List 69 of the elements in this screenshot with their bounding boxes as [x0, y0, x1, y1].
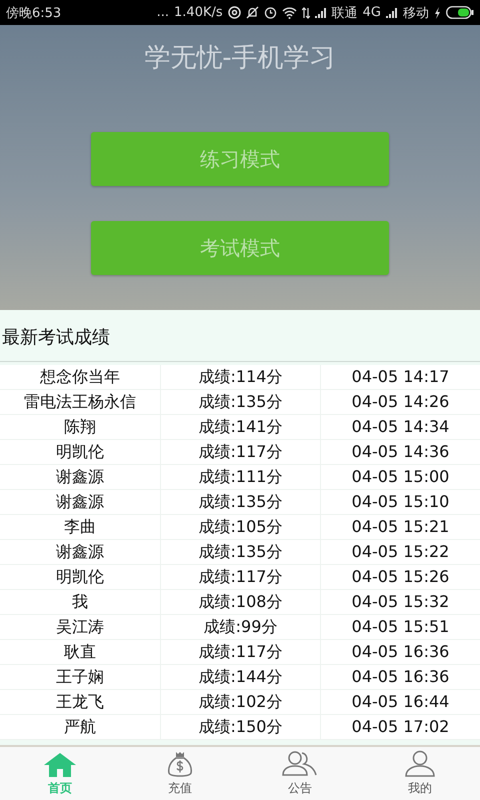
- alarm-icon: [264, 6, 277, 19]
- score-cell: 成绩:108分: [160, 590, 320, 614]
- name-cell-text: 李曲: [63, 516, 97, 538]
- score-cell: 成绩:144分: [160, 665, 320, 689]
- name-cell-text: 王子娴: [55, 666, 105, 688]
- time-cell: 04-05 16:36: [320, 665, 480, 689]
- data-arrows-icon: [302, 6, 310, 18]
- section-title: 最新考试成绩: [0, 310, 480, 362]
- time-cell: 04-05 15:00: [320, 465, 480, 489]
- clock: 傍晚6:53: [6, 4, 62, 22]
- time-cell: 04-05 15:10: [320, 490, 480, 514]
- name-cell-text: 谢鑫源: [55, 541, 105, 563]
- name-cell-text: 陈翔: [63, 416, 97, 438]
- time-cell: 04-05 15:22: [320, 540, 480, 564]
- name-cell-text: 吴江涛: [55, 616, 105, 638]
- score-cell: 成绩:99分: [160, 615, 320, 639]
- time-cell: 04-05 16:36: [320, 640, 480, 664]
- charging-icon: [434, 6, 441, 18]
- name-cell-text: 明凯伦: [55, 566, 105, 588]
- time-cell: 04-05 14:34: [320, 415, 480, 439]
- battery-icon: [446, 6, 474, 19]
- bell-mute-icon: [246, 6, 259, 19]
- name-cell-text: 想念你当年: [39, 366, 121, 388]
- score-cell: 成绩:117分: [160, 640, 320, 664]
- score-cell: 成绩:111分: [160, 465, 320, 489]
- carrier-name: 移动: [403, 4, 429, 22]
- name-cell-text: 我: [71, 591, 89, 613]
- network-speed: 1.40K/s: [174, 5, 223, 20]
- score-cell: 成绩:141分: [160, 415, 320, 439]
- carrier-name: 联通: [332, 4, 358, 22]
- name-cell-text: 谢鑫源: [55, 491, 105, 513]
- score-cell: 成绩:117分: [160, 565, 320, 589]
- nav-tab[interactable]: 我的: [360, 747, 480, 800]
- nav-tab[interactable]: 公告: [240, 747, 360, 800]
- name-cell-text: 王龙飞: [55, 691, 105, 713]
- time-cell: 04-05 14:26: [320, 390, 480, 414]
- time-cell: 04-05 15:32: [320, 590, 480, 614]
- wifi-icon: [282, 6, 297, 18]
- time-cell: 04-05 15:51: [320, 615, 480, 639]
- person-icon: [404, 750, 436, 778]
- time-cell: 04-05 15:26: [320, 565, 480, 589]
- people-icon: [281, 750, 319, 778]
- signal-icon: [386, 7, 398, 18]
- signal-icon: [314, 7, 327, 18]
- name-cell-text: 耿直: [63, 641, 97, 663]
- score-cell: 成绩:150分: [160, 715, 320, 739]
- score-cell: 成绩:114分: [160, 365, 320, 389]
- network-type: 4G: [362, 5, 381, 20]
- app-title: 学无忧-手机学习: [144, 42, 336, 75]
- time-cell: 04-05 17:02: [320, 715, 480, 739]
- name-cell-text: 谢鑫源: [55, 466, 105, 488]
- nav-tab[interactable]: 充值: [120, 747, 240, 800]
- time-cell: 04-05 16:44: [320, 690, 480, 714]
- home-icon: [43, 752, 77, 778]
- name-cell-text: 明凯伦: [55, 441, 105, 463]
- score-cell: 成绩:117分: [160, 440, 320, 464]
- time-cell: 04-05 15:21: [320, 515, 480, 539]
- name-cell-text: 严航: [63, 716, 97, 738]
- score-cell: 成绩:135分: [160, 390, 320, 414]
- hotspot-icon: [228, 6, 241, 19]
- score-cell: 成绩:105分: [160, 515, 320, 539]
- money-bag-icon: [166, 750, 194, 778]
- score-cell: 成绩:135分: [160, 540, 320, 564]
- time-cell: 04-05 14:17: [320, 365, 480, 389]
- more-dots: ...: [156, 5, 170, 20]
- name-cell-text: 雷电法王杨永信: [23, 391, 137, 413]
- score-cell: 成绩:102分: [160, 690, 320, 714]
- score-cell: 成绩:135分: [160, 490, 320, 514]
- time-cell: 04-05 14:36: [320, 440, 480, 464]
